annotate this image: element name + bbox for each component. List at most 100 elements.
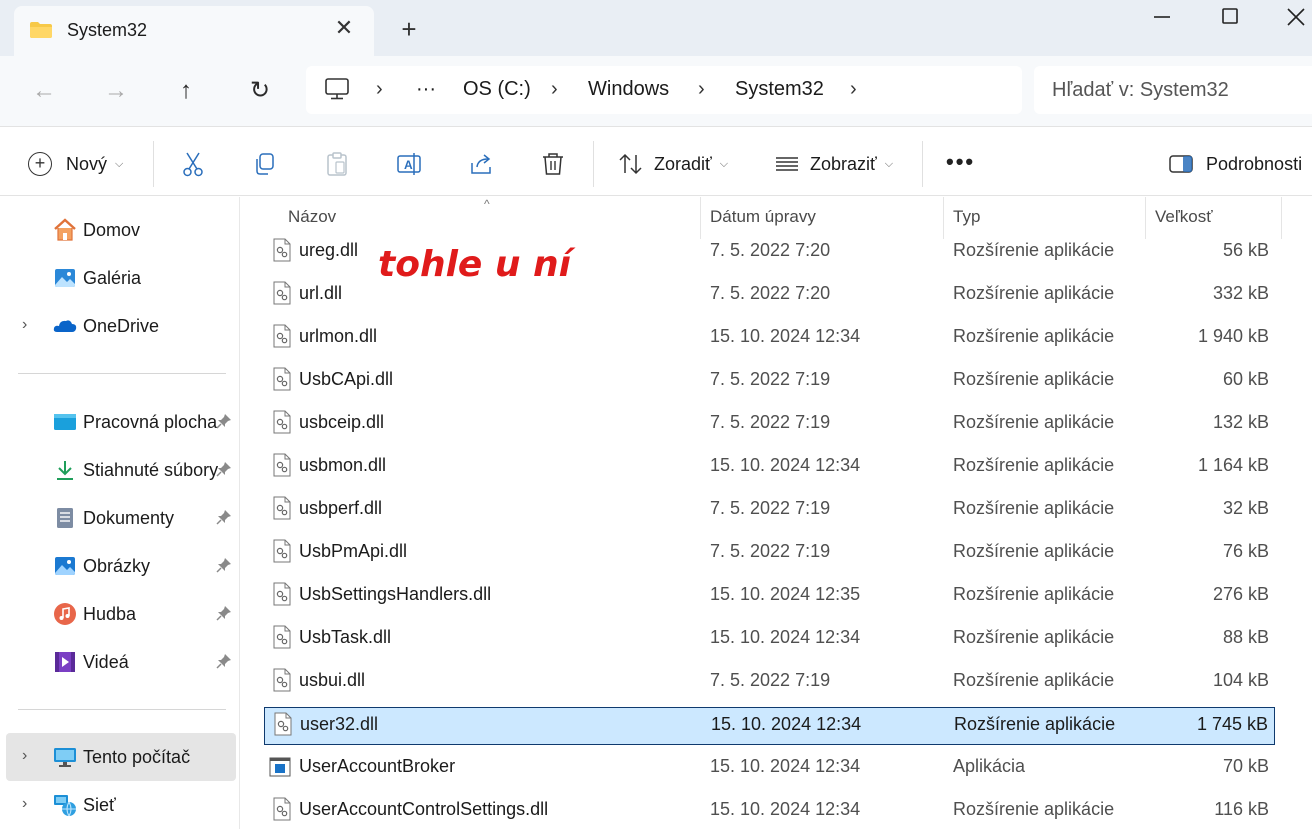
file-row[interactable]: usbperf.dll 7. 5. 2022 7:19 Rozšírenie apl…	[264, 492, 1275, 530]
cut-icon[interactable]	[180, 151, 206, 177]
breadcrumb-chevron[interactable]: ›	[698, 78, 705, 101]
column-header-type[interactable]: Typ	[953, 207, 980, 227]
forward-button[interactable]: →	[100, 76, 132, 106]
chevron-right-icon[interactable]: ›	[22, 316, 27, 334]
up-button[interactable]: ↑	[170, 76, 202, 106]
pin-icon[interactable]	[216, 461, 232, 477]
music-icon	[54, 603, 76, 625]
view-button[interactable]: Zobraziť ⌵	[774, 151, 893, 177]
sidebar-item-label: Galéria	[83, 268, 142, 288]
file-row[interactable]: usbceip.dll 7. 5. 2022 7:19 Rozšírenie apl…	[264, 406, 1275, 444]
column-divider[interactable]	[1281, 197, 1282, 239]
file-type: Rozšírenie aplikácie	[953, 326, 1115, 346]
sort-button[interactable]: Zoradiť ⌵	[618, 151, 728, 177]
pin-icon[interactable]	[216, 509, 232, 525]
column-divider[interactable]	[700, 197, 701, 239]
close-tab-button[interactable]: ✕	[332, 16, 356, 40]
view-icon	[776, 157, 798, 171]
file-row[interactable]: urlmon.dll 15. 10. 2024 12:34 Rozšírenie a…	[264, 320, 1275, 358]
copy-icon[interactable]	[252, 151, 278, 177]
column-header-size[interactable]: Veľkosť	[1155, 207, 1213, 227]
tab-title: System32	[67, 20, 148, 40]
pin-icon[interactable]	[216, 653, 232, 669]
file-row[interactable]: UsbTask.dll 15. 10. 2024 12:34 Rozšírenie …	[264, 621, 1275, 659]
file-date-modified: 7. 5. 2022 7:19	[710, 541, 831, 561]
breadcrumb-os-c[interactable]: OS (C:)	[463, 78, 531, 101]
plus-icon: +	[28, 152, 52, 176]
sidebar-item-videos[interactable]: Videá	[6, 638, 236, 686]
new-tab-button[interactable]: +	[396, 14, 422, 44]
file-list: ^ Názov Dátum úpravy Typ Veľkosť ureg.dl…	[241, 197, 1312, 829]
dll-file-icon	[273, 625, 291, 649]
file-type: Rozšírenie aplikácie	[953, 670, 1115, 690]
minimize-button[interactable]	[1142, 4, 1182, 30]
file-row-selected[interactable]: user32.dll 15. 10. 2024 12:34 Rozšírenie a…	[264, 707, 1275, 745]
computer-icon	[325, 78, 349, 100]
sidebar-item-desktop[interactable]: Pracovná plocha	[6, 398, 236, 446]
file-name: UsbCApi.dll	[299, 369, 394, 389]
file-row[interactable]: UserAccountControlSettings.dll 15. 10. 20…	[264, 793, 1275, 829]
sidebar-item-network[interactable]: › Sieť	[6, 781, 236, 829]
file-row[interactable]: UsbSettingsHandlers.dll 15. 10. 2024 12:3…	[264, 578, 1275, 616]
sidebar-item-pictures[interactable]: Obrázky	[6, 542, 236, 590]
address-bar[interactable]: › ··· OS (C:) › Windows › System32 ›	[306, 66, 1022, 114]
sidebar-item-this-pc[interactable]: › Tento počítač	[6, 733, 236, 781]
breadcrumb-chevron[interactable]: ›	[850, 78, 857, 101]
sidebar-item-downloads[interactable]: Stiahnuté súbory	[6, 446, 236, 494]
file-date-modified: 7. 5. 2022 7:19	[710, 412, 831, 432]
back-button[interactable]: ←	[28, 76, 60, 106]
breadcrumb-overflow[interactable]: ···	[416, 78, 436, 101]
file-row[interactable]: UsbCApi.dll 7. 5. 2022 7:19 Rozšírenie apl…	[264, 363, 1275, 401]
file-row[interactable]: UsbPmApi.dll 7. 5. 2022 7:19 Rozšírenie ap…	[264, 535, 1275, 573]
folder-icon	[30, 22, 52, 38]
delete-icon[interactable]	[540, 151, 566, 177]
pin-icon[interactable]	[216, 605, 232, 621]
file-row[interactable]: UserAccountBroker 15. 10. 2024 12:34 Aplik…	[264, 750, 1275, 788]
refresh-button[interactable]: ↻	[244, 76, 276, 106]
sidebar-item-home[interactable]: Domov	[6, 206, 236, 254]
this-pc-icon	[54, 748, 76, 767]
column-divider[interactable]	[943, 197, 944, 239]
maximize-button[interactable]	[1210, 4, 1250, 30]
documents-icon	[57, 508, 73, 528]
rename-icon[interactable]: A	[396, 151, 422, 177]
share-icon[interactable]	[468, 151, 494, 177]
file-size: 70 kB	[1222, 756, 1269, 776]
pin-icon[interactable]	[216, 557, 232, 573]
tab-system32[interactable]: System32 ✕	[14, 6, 374, 56]
command-bar: + Nový ⌵ A Zoradiť ⌵ Zobraziť ⌵ ••• Podr…	[0, 126, 1312, 196]
file-size: 1 745 kB	[1196, 714, 1268, 734]
sidebar-item-music[interactable]: Hudba	[6, 590, 236, 638]
new-button[interactable]: + Nový ⌵	[28, 151, 123, 177]
chevron-right-icon[interactable]: ›	[22, 795, 27, 813]
breadcrumb-chevron[interactable]: ›	[551, 78, 558, 101]
file-date-modified: 15. 10. 2024 12:34	[710, 455, 861, 475]
breadcrumb-windows[interactable]: Windows	[588, 78, 669, 101]
sidebar-item-gallery[interactable]: Galéria	[6, 254, 236, 302]
chevron-right-icon[interactable]: ›	[22, 747, 27, 765]
toolbar-divider	[153, 141, 154, 187]
sidebar-item-documents[interactable]: Dokumenty	[6, 494, 236, 542]
breadcrumb-chevron[interactable]: ›	[376, 78, 383, 101]
file-date-modified: 15. 10. 2024 12:34	[710, 756, 861, 776]
pin-icon[interactable]	[216, 413, 232, 429]
search-input[interactable]: Hľadať v: System32	[1034, 66, 1312, 114]
file-date-modified: 15. 10. 2024 12:34	[710, 627, 861, 647]
file-size: 332 kB	[1212, 283, 1269, 303]
column-header-name[interactable]: Názov	[288, 207, 336, 227]
more-options-button[interactable]: •••	[946, 149, 975, 175]
breadcrumb-system32[interactable]: System32	[735, 78, 824, 101]
column-header-date[interactable]: Dátum úpravy	[710, 207, 816, 227]
sidebar-item-label: Dokumenty	[83, 508, 175, 528]
paste-icon[interactable]	[324, 151, 350, 177]
sidebar-item-onedrive[interactable]: › OneDrive	[6, 302, 236, 350]
file-row[interactable]: usbmon.dll 15. 10. 2024 12:34 Rozšírenie a…	[264, 449, 1275, 487]
file-name: usbmon.dll	[299, 455, 387, 475]
file-date-modified: 7. 5. 2022 7:19	[710, 369, 831, 389]
file-row[interactable]: usbui.dll 7. 5. 2022 7:19 Rozšírenie aplik…	[264, 664, 1275, 702]
details-pane-button[interactable]: Podrobnosti	[1168, 151, 1302, 177]
column-divider[interactable]	[1145, 197, 1146, 239]
svg-text:A: A	[404, 158, 413, 172]
close-window-button[interactable]	[1276, 4, 1312, 30]
file-size: 1 164 kB	[1197, 455, 1269, 475]
